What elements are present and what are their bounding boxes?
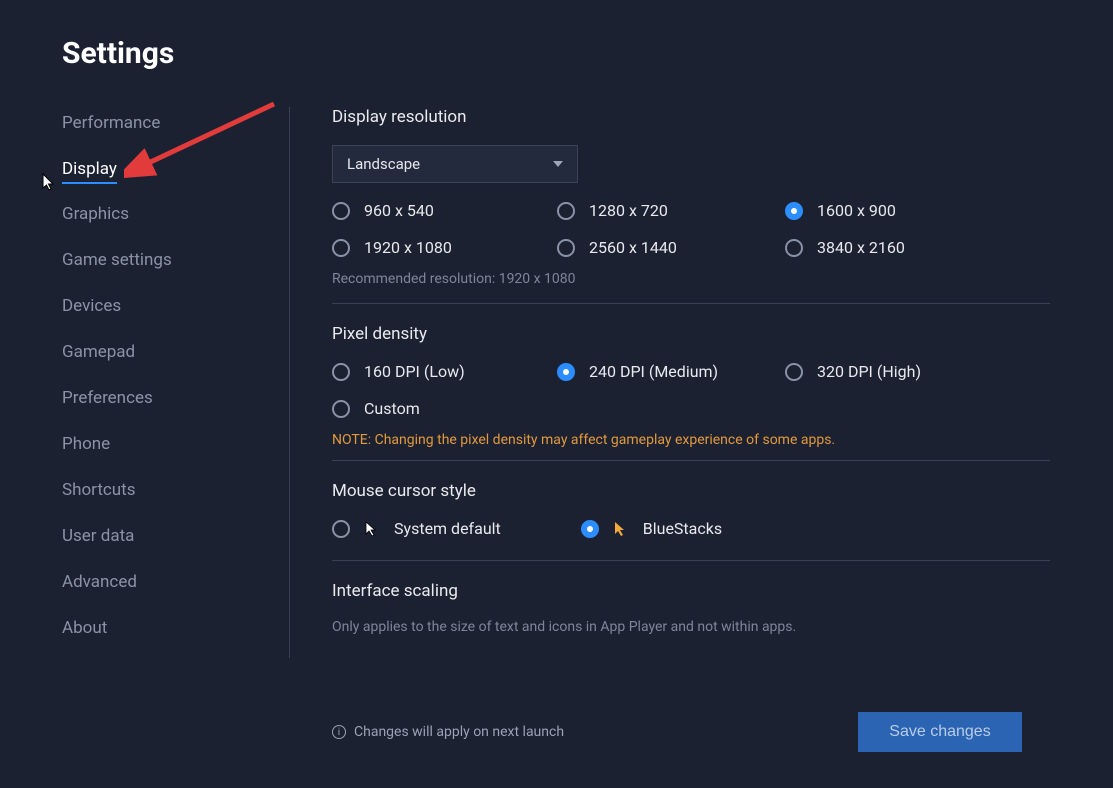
radio-icon: [332, 239, 350, 257]
orientation-value: Landscape: [347, 155, 420, 173]
orientation-select[interactable]: Landscape: [332, 145, 578, 183]
sidebar-item-graphics[interactable]: Graphics: [62, 198, 129, 230]
sidebar-item-preferences[interactable]: Preferences: [62, 382, 153, 414]
cursor-option-bluestacks[interactable]: BlueStacks: [581, 519, 722, 538]
radio-icon: [557, 202, 575, 220]
resolution-option[interactable]: 1920 x 1080: [332, 238, 557, 257]
dpi-note: NOTE: Changing the pixel density may aff…: [332, 432, 1050, 448]
save-changes-button[interactable]: Save changes: [858, 712, 1022, 752]
radio-label: 1920 x 1080: [364, 238, 452, 257]
dpi-title: Pixel density: [332, 324, 1050, 344]
sidebar-item-display[interactable]: Display: [62, 153, 117, 184]
cursor-system-icon: [364, 521, 380, 537]
radio-label: 240 DPI (Medium): [589, 362, 718, 381]
radio-label: 1280 x 720: [589, 201, 668, 220]
chevron-down-icon: [553, 161, 563, 167]
sidebar-item-phone[interactable]: Phone: [62, 428, 110, 460]
footer-note-text: Changes will apply on next launch: [354, 724, 564, 740]
sidebar: Performance Display Graphics Game settin…: [62, 107, 290, 658]
main-panel: Display resolution Landscape 960 x 540 1…: [290, 107, 1050, 658]
radio-icon: [557, 363, 575, 381]
radio-icon: [332, 202, 350, 220]
divider: [332, 460, 1050, 461]
radio-label: Custom: [364, 399, 420, 418]
scaling-hint: Only applies to the size of text and ico…: [332, 619, 1050, 635]
radio-icon: [785, 239, 803, 257]
resolution-option[interactable]: 1600 x 900: [785, 201, 1013, 220]
resolution-option[interactable]: 960 x 540: [332, 201, 557, 220]
sidebar-item-shortcuts[interactable]: Shortcuts: [62, 474, 136, 506]
sidebar-item-about[interactable]: About: [62, 612, 107, 644]
sidebar-item-performance[interactable]: Performance: [62, 107, 160, 139]
sidebar-item-devices[interactable]: Devices: [62, 290, 121, 322]
dpi-option[interactable]: 160 DPI (Low): [332, 362, 557, 381]
radio-label: 2560 x 1440: [589, 238, 677, 257]
cursor-bluestacks-icon: [613, 521, 629, 537]
radio-icon: [332, 363, 350, 381]
cursor-option-system[interactable]: System default: [332, 519, 501, 538]
sidebar-item-gamepad[interactable]: Gamepad: [62, 336, 135, 368]
sidebar-item-advanced[interactable]: Advanced: [62, 566, 137, 598]
footer-note: i Changes will apply on next launch: [332, 724, 564, 740]
scaling-title: Interface scaling: [332, 581, 1050, 601]
dpi-option[interactable]: 240 DPI (Medium): [557, 362, 785, 381]
radio-label: 960 x 540: [364, 201, 434, 220]
radio-label: 3840 x 2160: [817, 238, 905, 257]
dpi-option[interactable]: 320 DPI (High): [785, 362, 1013, 381]
radio-label: BlueStacks: [643, 519, 722, 538]
resolution-option[interactable]: 2560 x 1440: [557, 238, 785, 257]
mouse-cursor-icon: [42, 173, 56, 191]
dpi-option[interactable]: Custom: [332, 399, 557, 418]
radio-label: System default: [394, 519, 501, 538]
sidebar-item-user-data[interactable]: User data: [62, 520, 134, 552]
radio-icon: [785, 202, 803, 220]
radio-icon: [785, 363, 803, 381]
page-title: Settings: [62, 36, 1113, 71]
radio-label: 160 DPI (Low): [364, 362, 465, 381]
radio-icon: [557, 239, 575, 257]
radio-label: 1600 x 900: [817, 201, 896, 220]
resolution-option[interactable]: 3840 x 2160: [785, 238, 1013, 257]
resolution-option[interactable]: 1280 x 720: [557, 201, 785, 220]
radio-icon: [332, 400, 350, 418]
radio-icon: [581, 520, 599, 538]
info-icon: i: [332, 725, 346, 739]
recommended-resolution: Recommended resolution: 1920 x 1080: [332, 271, 1050, 287]
radio-icon: [332, 520, 350, 538]
divider: [332, 560, 1050, 561]
radio-label: 320 DPI (High): [817, 362, 921, 381]
cursor-title: Mouse cursor style: [332, 481, 1050, 501]
resolution-title: Display resolution: [332, 107, 1050, 127]
sidebar-item-game-settings[interactable]: Game settings: [62, 244, 172, 276]
divider: [332, 303, 1050, 304]
